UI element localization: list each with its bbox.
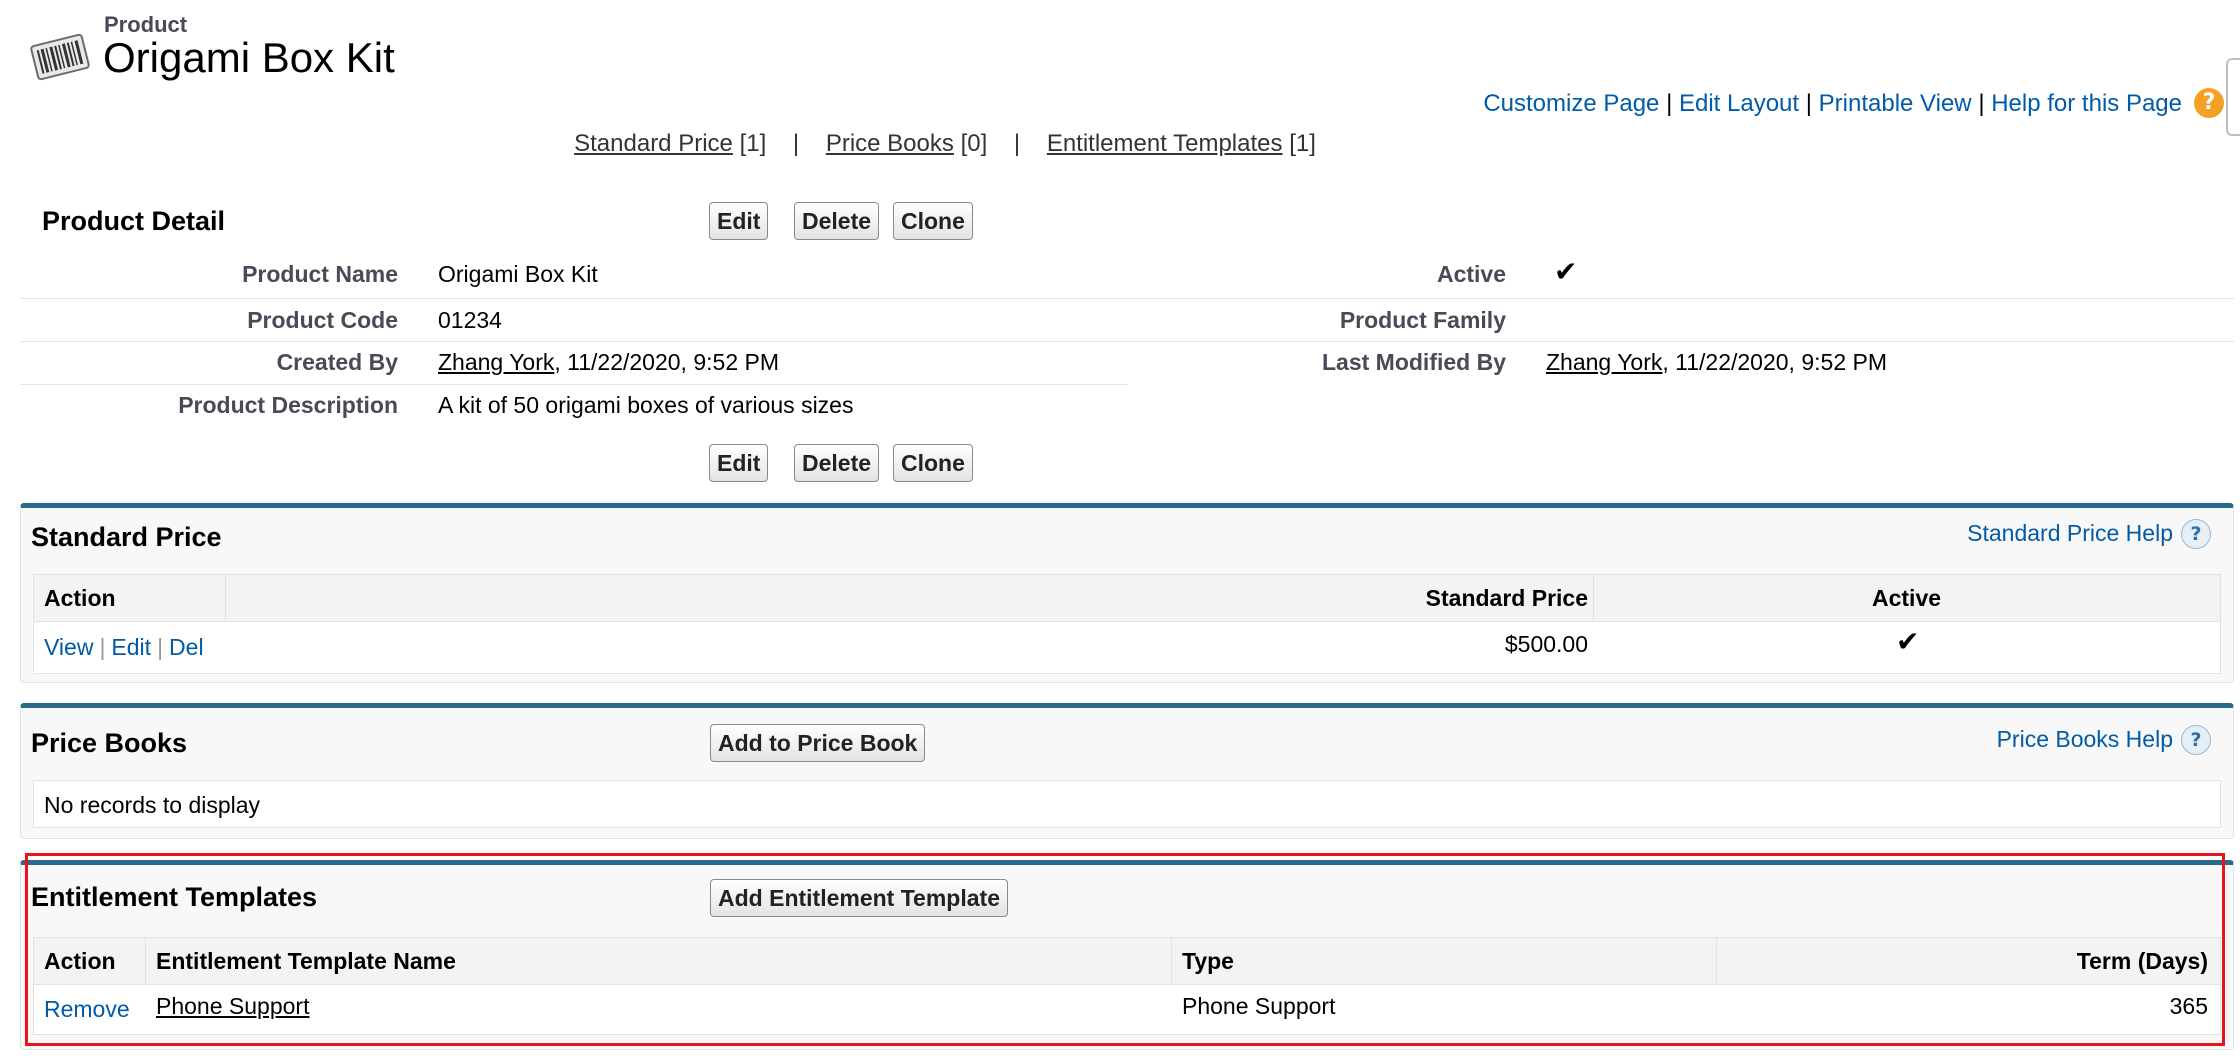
last-modified-date: , 11/22/2020, 9:52 PM (1662, 349, 1887, 375)
edit-button[interactable]: Edit (709, 202, 769, 240)
active-label: Active (1436, 261, 1506, 287)
page-help-link[interactable]: Help for this Page (1991, 90, 2182, 117)
link-separator: | (792, 130, 800, 157)
barcode-icon (28, 30, 92, 84)
remove-link[interactable]: Remove (44, 996, 130, 1023)
price-books-table: No records to display (33, 780, 2221, 828)
edit-layout-link[interactable]: Edit Layout (1679, 90, 1799, 117)
column-divider (1716, 938, 1717, 984)
product-code-label: Product Code (247, 307, 398, 333)
help-icon[interactable]: ? (2181, 519, 2211, 549)
product-name-label: Product Name (242, 261, 398, 287)
active-checkmark-icon: ✔ (1896, 625, 1920, 658)
delete-button[interactable]: Delete (794, 202, 880, 240)
standard-price-table: Action Standard Price Active View | Edit | D… (33, 574, 2221, 674)
last-modified-value: Zhang York, 11/22/2020, 9:52 PM (1546, 349, 1887, 376)
standard-price-title: Standard Price (31, 522, 222, 552)
column-divider (225, 575, 226, 621)
entitlement-templates-panel: Entitlement Templates Add Entitlement Te… (20, 860, 2234, 1050)
help-icon[interactable]: ? (2194, 88, 2224, 118)
column-header-type: Type (1182, 948, 1234, 974)
field-divider (20, 341, 2234, 342)
column-divider (145, 938, 146, 984)
related-link-standard-price[interactable]: Standard Price (574, 130, 733, 157)
related-link-price-books[interactable]: Price Books (826, 130, 954, 157)
empty-records-message: No records to display (44, 792, 261, 818)
column-header-term-days: Term (Days) (2076, 948, 2208, 974)
product-code-value: 01234 (438, 307, 502, 333)
column-header-action: Action (44, 948, 116, 974)
help-icon[interactable]: ? (2181, 725, 2211, 755)
price-books-title: Price Books (31, 728, 188, 758)
link-separator: | (1978, 90, 1985, 117)
template-type-value: Phone Support (1182, 993, 1336, 1019)
standard-price-help-link[interactable]: Standard Price Help (1967, 520, 2173, 547)
page-links: Customize Page | Edit Layout | Printable… (1483, 90, 2182, 118)
view-link[interactable]: View (44, 634, 93, 660)
column-divider (1171, 938, 1172, 984)
product-name-value: Origami Box Kit (438, 261, 598, 287)
description-value: A kit of 50 origami boxes of various siz… (438, 392, 854, 418)
related-list-links: Standard Price [1] | Price Books [0] | E… (0, 130, 1890, 158)
clone-button-bottom[interactable]: Clone (893, 444, 973, 482)
related-link-count: [1] (1289, 130, 1316, 157)
created-by-label: Created By (276, 349, 398, 375)
related-link-entitlement-templates[interactable]: Entitlement Templates (1047, 130, 1283, 157)
last-modified-label: Last Modified By (1321, 349, 1506, 375)
column-header-active: Active (1872, 585, 1942, 611)
customize-page-link[interactable]: Customize Page (1483, 90, 1659, 117)
add-entitlement-template-button[interactable]: Add Entitlement Template (710, 879, 1008, 917)
related-link-count: [1] (739, 130, 767, 157)
template-term-value: 365 (2169, 993, 2208, 1019)
clone-button[interactable]: Clone (893, 202, 973, 240)
last-modified-user-link[interactable]: Zhang York (1546, 349, 1662, 375)
action-separator: | (157, 634, 164, 660)
detail-section-title: Product Detail (42, 206, 226, 236)
link-separator: | (1666, 90, 1673, 117)
link-separator: | (1013, 130, 1021, 157)
link-separator: | (1805, 90, 1812, 117)
side-panel-handle[interactable] (2226, 58, 2240, 136)
edit-button-bottom[interactable]: Edit (709, 444, 769, 482)
product-family-label: Product Family (1339, 307, 1506, 333)
entitlement-templates-title: Entitlement Templates (31, 882, 318, 912)
delete-button-bottom[interactable]: Delete (794, 444, 880, 482)
column-divider (1593, 575, 1594, 621)
price-books-panel: Price Books Add to Price Book Price Book… (20, 703, 2234, 839)
template-name-link[interactable]: Phone Support (156, 993, 309, 1020)
action-separator: | (99, 634, 106, 660)
created-by-user-link[interactable]: Zhang York (438, 349, 554, 375)
active-checkmark-icon: ✔ (1554, 255, 1578, 288)
created-by-date: , 11/22/2020, 9:52 PM (554, 349, 779, 375)
edit-link[interactable]: Edit (111, 634, 151, 660)
field-divider (20, 298, 2234, 299)
price-books-help-link[interactable]: Price Books Help (1997, 726, 2173, 753)
related-link-count: [0] (960, 130, 988, 157)
printable-view-link[interactable]: Printable View (1819, 90, 1972, 117)
add-to-price-book-button[interactable]: Add to Price Book (710, 724, 926, 762)
field-divider (20, 384, 1128, 385)
created-by-value: Zhang York, 11/22/2020, 9:52 PM (438, 349, 779, 376)
table-row-actions: View | Edit | Del (44, 634, 204, 661)
standard-price-value: $500.00 (1504, 631, 1588, 657)
delete-link[interactable]: Del (169, 634, 204, 660)
description-label: Product Description (178, 392, 398, 418)
column-header-template-name: Entitlement Template Name (156, 948, 456, 974)
page-title: Origami Box Kit (103, 34, 395, 81)
standard-price-panel: Standard Price Standard Price Help ? Act… (20, 503, 2234, 683)
column-header-action: Action (44, 585, 116, 611)
entitlement-templates-table: Action Entitlement Template Name Type Te… (33, 937, 2221, 1035)
column-header-standard-price: Standard Price (1425, 585, 1588, 611)
